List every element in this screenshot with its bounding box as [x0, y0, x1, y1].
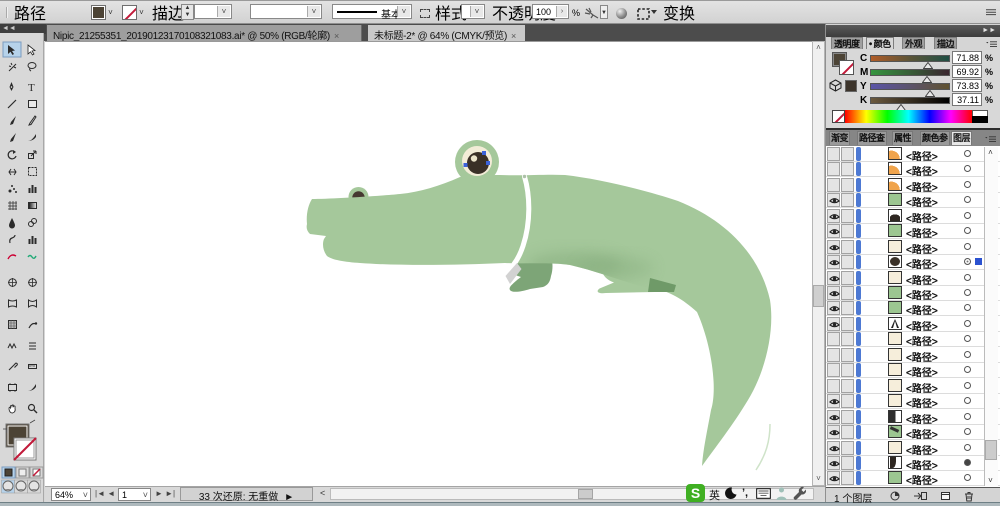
svg-text:T: T [28, 82, 35, 94]
